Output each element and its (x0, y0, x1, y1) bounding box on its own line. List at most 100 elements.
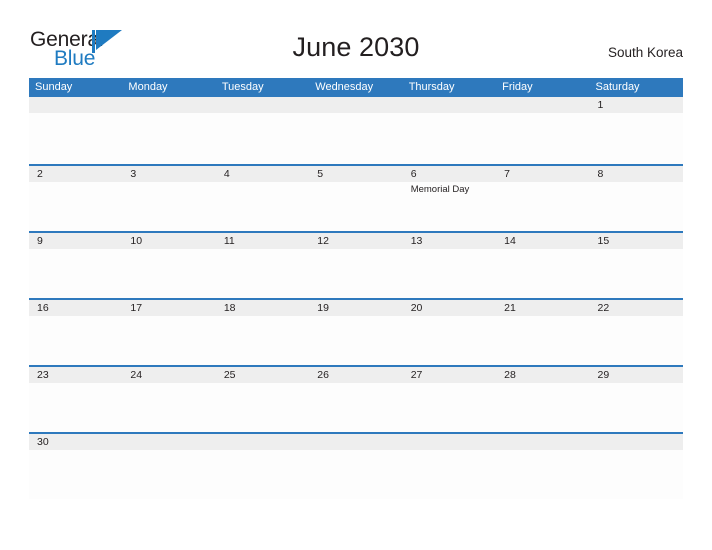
week-row: 16 17 18 19 20 21 22 (29, 298, 683, 365)
day-event: Memorial Day (410, 184, 470, 195)
day-cell[interactable] (403, 450, 496, 501)
day-number[interactable] (309, 97, 402, 113)
region-label: South Korea (607, 45, 683, 60)
day-cell[interactable] (403, 316, 496, 367)
day-number[interactable]: 23 (29, 367, 122, 383)
day-cell[interactable] (309, 450, 402, 501)
day-number[interactable] (403, 434, 496, 450)
day-number[interactable] (309, 434, 402, 450)
week-row: 1 (29, 97, 683, 164)
week-row: 30 (29, 432, 683, 499)
day-cell[interactable] (590, 383, 683, 434)
day-number[interactable]: 25 (216, 367, 309, 383)
day-cell[interactable] (309, 316, 402, 367)
day-cell[interactable] (403, 113, 496, 164)
day-number[interactable]: 15 (590, 233, 683, 249)
day-cell[interactable] (496, 113, 589, 164)
day-cell[interactable] (309, 383, 402, 434)
day-body-row (29, 316, 683, 367)
day-number[interactable]: 6 (403, 166, 496, 182)
day-cell[interactable] (590, 182, 683, 233)
day-cell[interactable] (216, 450, 309, 501)
day-cell[interactable] (122, 316, 215, 367)
weekday-header-sunday: Sunday (35, 81, 73, 93)
day-number[interactable] (216, 434, 309, 450)
day-number-band: 2 3 4 5 6 7 8 (29, 166, 683, 182)
day-number[interactable]: 24 (122, 367, 215, 383)
day-cell[interactable] (29, 383, 122, 434)
day-number[interactable] (216, 97, 309, 113)
day-number-band: 9 10 11 12 13 14 15 (29, 233, 683, 249)
page-title: June 2030 (292, 32, 420, 62)
day-cell[interactable] (29, 316, 122, 367)
day-number[interactable]: 14 (496, 233, 589, 249)
day-number[interactable]: 7 (496, 166, 589, 182)
day-number[interactable]: 16 (29, 300, 122, 316)
day-cell[interactable] (29, 113, 122, 164)
day-cell[interactable] (29, 450, 122, 501)
day-number[interactable]: 18 (216, 300, 309, 316)
day-cell[interactable] (309, 249, 402, 300)
day-cell[interactable] (29, 249, 122, 300)
weekday-header-row: Sunday Monday Tuesday Wednesday Thursday… (29, 78, 683, 97)
day-cell[interactable] (122, 249, 215, 300)
day-number[interactable]: 17 (122, 300, 215, 316)
day-cell[interactable] (29, 182, 122, 233)
day-cell[interactable] (216, 249, 309, 300)
day-number[interactable]: 4 (216, 166, 309, 182)
day-cell[interactable] (496, 316, 589, 367)
day-cell[interactable] (216, 383, 309, 434)
day-cell[interactable]: Memorial Day (403, 182, 496, 233)
day-number[interactable] (29, 97, 122, 113)
day-number[interactable]: 9 (29, 233, 122, 249)
day-number[interactable]: 12 (309, 233, 402, 249)
day-cell[interactable] (590, 450, 683, 501)
day-number[interactable]: 20 (403, 300, 496, 316)
day-number[interactable] (122, 97, 215, 113)
day-cell[interactable] (122, 383, 215, 434)
day-cell[interactable] (122, 113, 215, 164)
day-number[interactable]: 22 (590, 300, 683, 316)
day-number[interactable] (590, 434, 683, 450)
day-number[interactable]: 11 (216, 233, 309, 249)
day-number[interactable]: 3 (122, 166, 215, 182)
day-number[interactable] (122, 434, 215, 450)
day-cell[interactable] (496, 383, 589, 434)
day-cell[interactable] (309, 182, 402, 233)
day-cell[interactable] (496, 450, 589, 501)
day-number[interactable]: 27 (403, 367, 496, 383)
day-number[interactable]: 2 (29, 166, 122, 182)
weekday-header-wednesday: Wednesday (315, 81, 374, 93)
day-number[interactable]: 30 (29, 434, 122, 450)
day-number[interactable]: 1 (590, 97, 683, 113)
day-cell[interactable] (496, 182, 589, 233)
day-number[interactable] (496, 97, 589, 113)
day-number[interactable]: 21 (496, 300, 589, 316)
day-cell[interactable] (122, 450, 215, 501)
day-number[interactable]: 5 (309, 166, 402, 182)
day-cell[interactable] (216, 182, 309, 233)
day-number[interactable]: 19 (309, 300, 402, 316)
day-body-row: Memorial Day (29, 182, 683, 233)
day-cell[interactable] (122, 182, 215, 233)
day-cell[interactable] (309, 113, 402, 164)
day-cell[interactable] (590, 113, 683, 164)
day-cell[interactable] (216, 113, 309, 164)
day-number[interactable]: 28 (496, 367, 589, 383)
day-body-row (29, 113, 683, 164)
day-cell[interactable] (403, 383, 496, 434)
day-number[interactable]: 13 (403, 233, 496, 249)
day-body-row (29, 249, 683, 300)
day-cell[interactable] (403, 249, 496, 300)
day-number[interactable]: 8 (590, 166, 683, 182)
day-cell[interactable] (590, 249, 683, 300)
day-number[interactable] (403, 97, 496, 113)
day-cell[interactable] (590, 316, 683, 367)
day-number[interactable]: 29 (590, 367, 683, 383)
day-cell[interactable] (496, 249, 589, 300)
day-number[interactable]: 10 (122, 233, 215, 249)
day-cell[interactable] (216, 316, 309, 367)
day-number[interactable] (496, 434, 589, 450)
day-number[interactable]: 26 (309, 367, 402, 383)
week-row: 23 24 25 26 27 28 29 (29, 365, 683, 432)
